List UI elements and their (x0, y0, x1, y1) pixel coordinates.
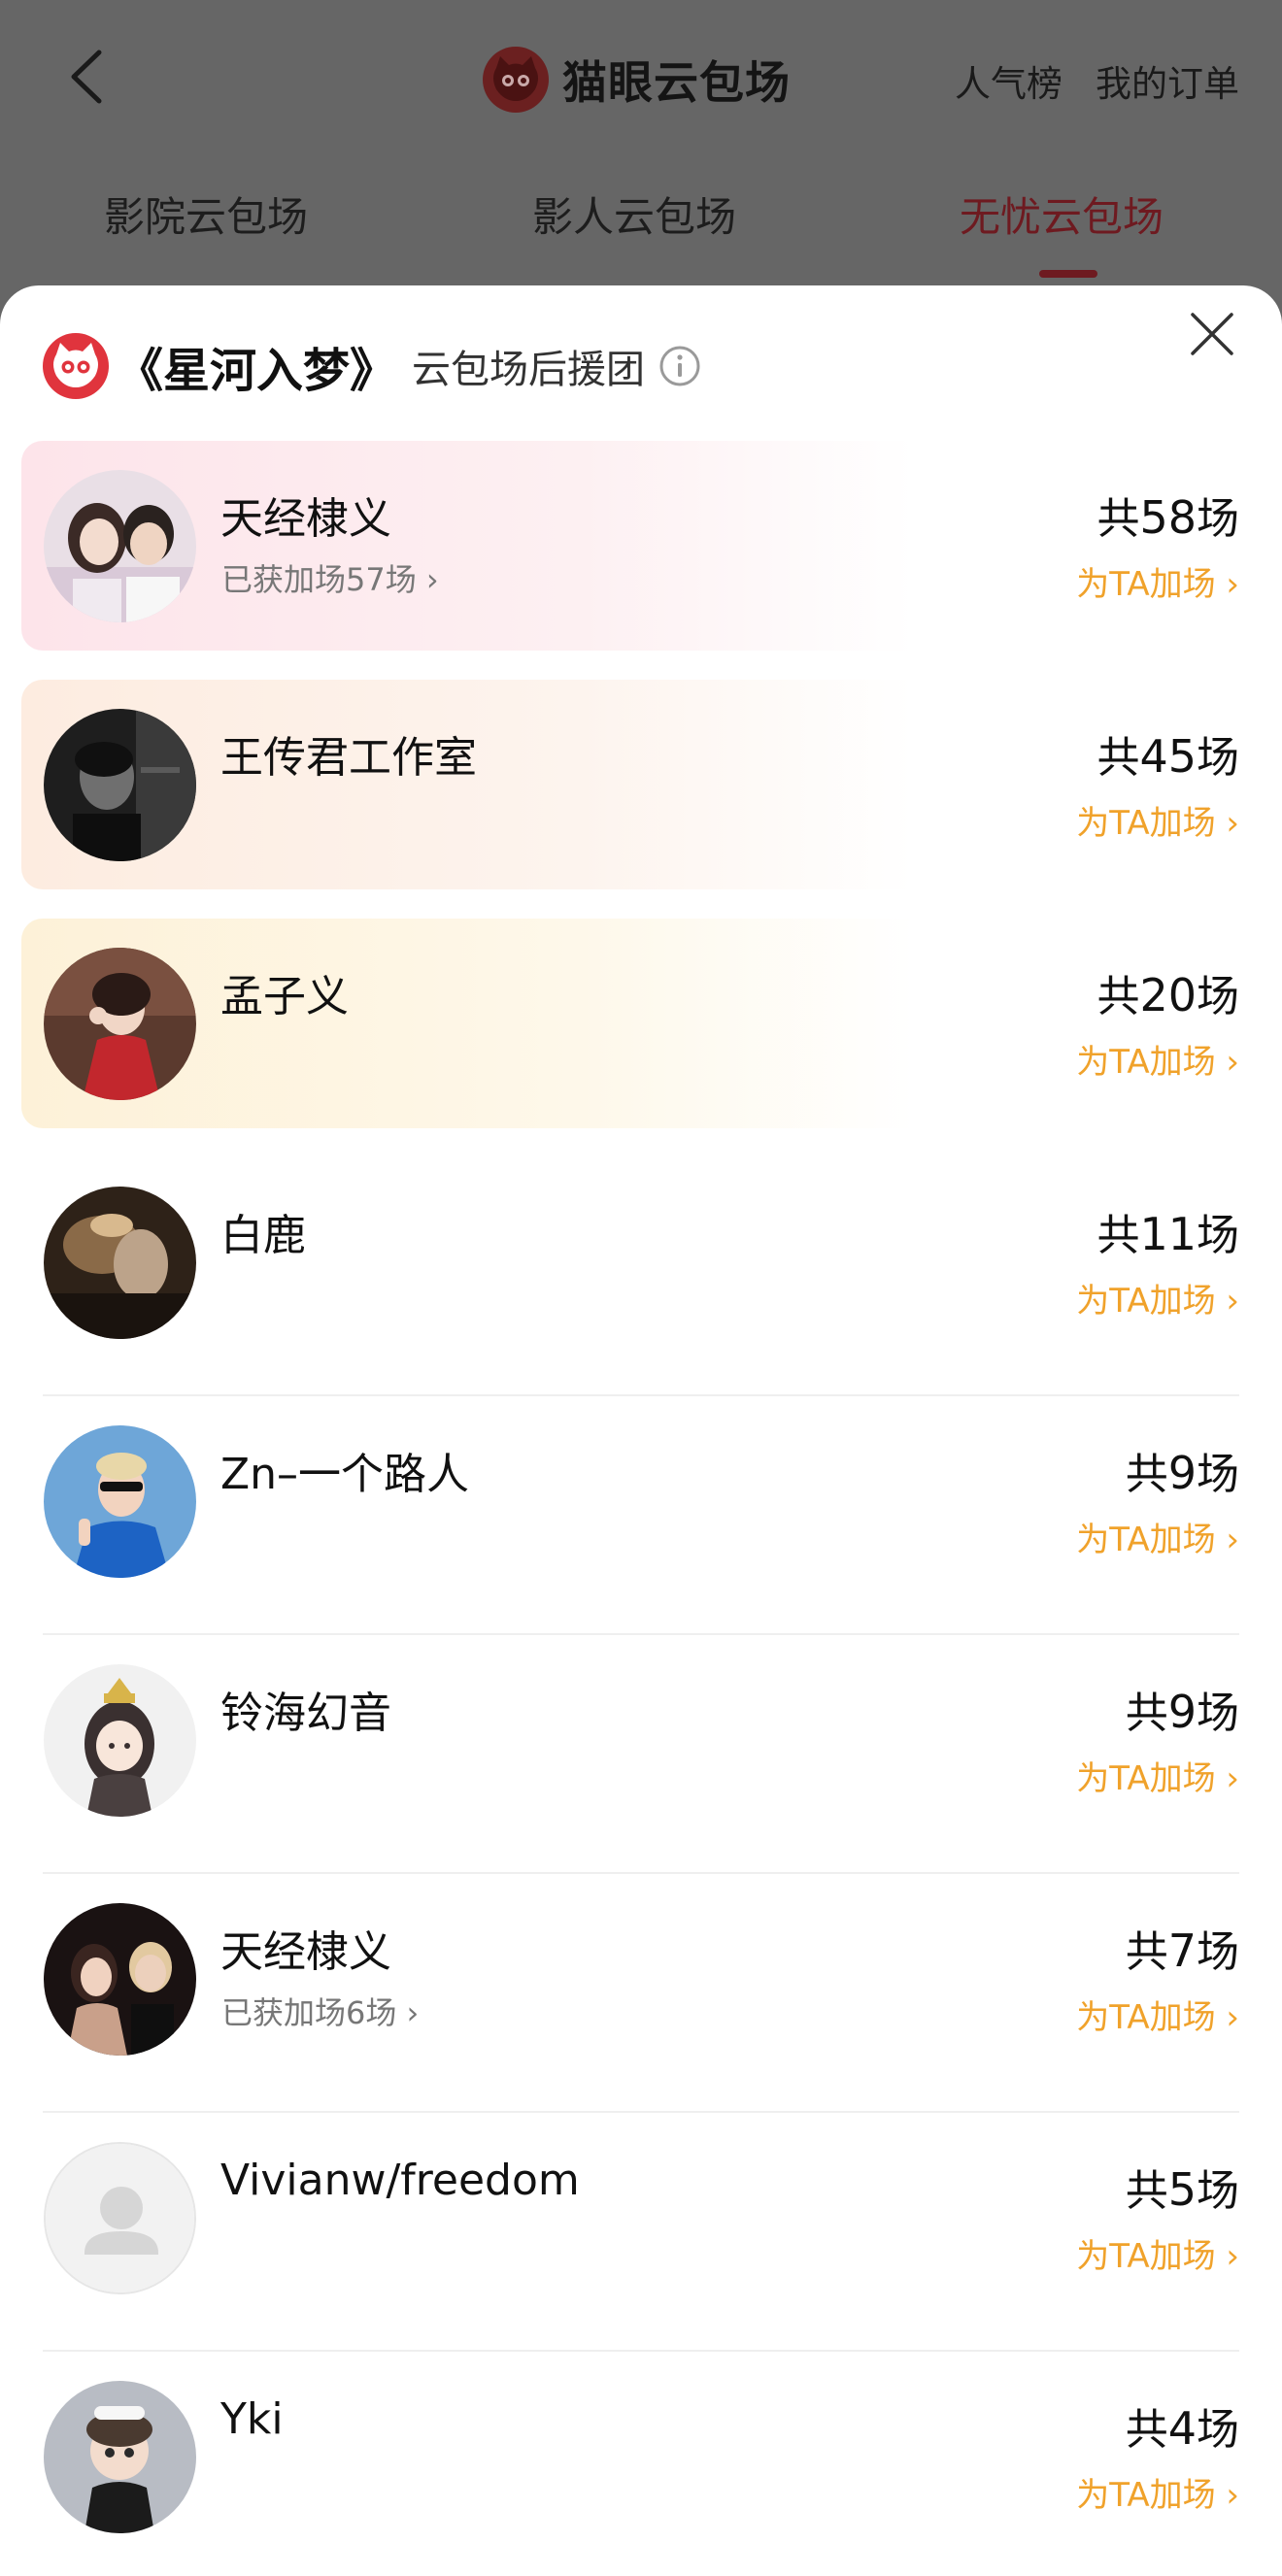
active-tab-indicator (1039, 270, 1097, 278)
count-number: 45 (1139, 730, 1197, 783)
extra-screenings-link[interactable]: 已获加场57场 › (221, 555, 439, 600)
count-prefix: 共 (1096, 1211, 1140, 1260)
avatar (44, 1664, 196, 1817)
count-suffix: 场 (1197, 494, 1239, 544)
count-number: 4 (1167, 2402, 1197, 2455)
avatar (44, 709, 196, 861)
screening-count: 共5场 (1126, 2156, 1239, 2218)
screening-count: 共9场 (1126, 1439, 1239, 1501)
supporter-name: 天经棣义 (220, 1927, 391, 1977)
add-screening-button[interactable]: 为TA加场 › (1076, 796, 1239, 844)
count-prefix: 共 (1125, 1927, 1168, 1977)
avatar (44, 470, 196, 622)
add-screening-button[interactable]: 为TA加场 › (1076, 2468, 1239, 2516)
tab-worry-free[interactable]: 无忧云包场 (960, 184, 1164, 244)
count-prefix: 共 (1125, 1450, 1168, 1499)
supporter-name: 天经棣义 (220, 494, 391, 544)
brand: 猫眼云包场 (483, 43, 791, 117)
maoyan-cat-logo-icon (483, 47, 549, 113)
count-number: 11 (1139, 1208, 1197, 1260)
supporter-name: 白鹿 (220, 1211, 306, 1260)
popularity-ranking-link[interactable]: 人气榜 (955, 54, 1063, 107)
avatar (44, 1187, 196, 1339)
count-number: 9 (1167, 1447, 1197, 1499)
count-suffix: 场 (1197, 2405, 1239, 2455)
count-suffix: 场 (1197, 1927, 1239, 1977)
tab-bar: 影院云包场 影人云包场 无忧云包场 (0, 184, 1282, 291)
maoyan-cat-logo-icon (43, 333, 109, 399)
supporter-name: 铃海幻音 (220, 1689, 391, 1738)
avatar (44, 2142, 196, 2294)
count-suffix: 场 (1197, 1450, 1239, 1499)
supporter-name: 孟子义 (220, 972, 349, 1021)
info-icon[interactable] (658, 345, 701, 387)
screening-count: 共9场 (1126, 1678, 1239, 1740)
list-item[interactable]: Zn–一个路人 共9场 为TA加场 › (0, 1396, 1282, 1635)
add-screening-button[interactable]: 为TA加场 › (1076, 557, 1239, 605)
page-title: 猫眼云包场 (562, 56, 791, 109)
add-screening-button[interactable]: 为TA加场 › (1076, 1752, 1239, 1799)
count-number: 58 (1139, 491, 1197, 544)
count-suffix: 场 (1197, 2166, 1239, 2216)
list-item[interactable]: 孟子义 共20场 为TA加场 › (0, 919, 1282, 1157)
count-prefix: 共 (1096, 494, 1140, 544)
count-suffix: 场 (1197, 972, 1239, 1021)
supporter-name: Vivianw/freedom (220, 2156, 580, 2205)
supporter-name: Zn–一个路人 (220, 1450, 470, 1499)
tab-celebrity[interactable]: 影人云包场 (532, 184, 736, 244)
supporter-list: 天经棣义 已获加场57场 › 共58场 为TA加场 › 王传君工作室 共45场 … (0, 441, 1282, 2576)
count-prefix: 共 (1125, 2166, 1168, 2216)
supporter-name: 王传君工作室 (220, 733, 477, 783)
add-screening-button[interactable]: 为TA加场 › (1076, 1513, 1239, 1560)
screening-count: 共45场 (1096, 722, 1239, 785)
count-prefix: 共 (1125, 1689, 1168, 1738)
sheet-subtitle: 云包场后援团 (412, 348, 646, 392)
avatar (44, 1903, 196, 2056)
avatar (44, 948, 196, 1100)
add-screening-button[interactable]: 为TA加场 › (1076, 2229, 1239, 2277)
top-rank-background (21, 680, 1261, 889)
count-prefix: 共 (1096, 733, 1140, 783)
list-item[interactable]: 天经棣义 已获加场57场 › 共58场 为TA加场 › (0, 441, 1282, 680)
extra-screenings-link[interactable]: 已获加场6场 › (221, 1989, 419, 2033)
add-screening-button[interactable]: 为TA加场 › (1076, 1991, 1239, 2038)
list-item[interactable]: Yki 共4场 为TA加场 › (0, 2352, 1282, 2576)
screening-count: 共11场 (1096, 1200, 1239, 1262)
my-orders-link[interactable]: 我的订单 (1096, 54, 1239, 107)
movie-title: 《星河入梦》 (117, 344, 397, 398)
tab-cinema[interactable]: 影院云包场 (104, 184, 308, 244)
count-number: 20 (1139, 969, 1197, 1021)
close-icon[interactable] (1185, 307, 1239, 361)
list-item[interactable]: 铃海幻音 共9场 为TA加场 › (0, 1635, 1282, 1874)
top-rank-background (21, 919, 1261, 1128)
supporter-name: Yki (220, 2394, 284, 2444)
count-suffix: 场 (1197, 1211, 1239, 1260)
avatar (44, 2381, 196, 2533)
avatar (44, 1425, 196, 1578)
count-number: 9 (1167, 1686, 1197, 1738)
screening-count: 共58场 (1096, 484, 1239, 546)
count-prefix: 共 (1125, 2405, 1168, 2455)
count-suffix: 场 (1197, 733, 1239, 783)
list-item[interactable]: 天经棣义 已获加场6场 › 共7场 为TA加场 › (0, 1874, 1282, 2113)
list-item[interactable]: Vivianw/freedom 共5场 为TA加场 › (0, 2113, 1282, 2352)
count-suffix: 场 (1197, 1689, 1239, 1738)
sheet-header: 《星河入梦》 云包场后援团 (43, 332, 701, 400)
count-number: 7 (1167, 1924, 1197, 1977)
count-number: 5 (1167, 2163, 1197, 2216)
screening-count: 共4场 (1126, 2394, 1239, 2457)
top-navigation-bar: 猫眼云包场 人气榜 我的订单 (0, 0, 1282, 155)
add-screening-button[interactable]: 为TA加场 › (1076, 1274, 1239, 1321)
screening-count: 共20场 (1096, 961, 1239, 1023)
count-prefix: 共 (1096, 972, 1140, 1021)
screening-count: 共7场 (1126, 1917, 1239, 1979)
list-item[interactable]: 王传君工作室 共45场 为TA加场 › (0, 680, 1282, 919)
support-group-sheet: 《星河入梦》 云包场后援团 天经棣义 已获加场57场 › 共58场 为TA加场 … (0, 285, 1282, 2576)
back-arrow-icon[interactable] (62, 47, 111, 107)
top-rank-background (21, 441, 1261, 651)
add-screening-button[interactable]: 为TA加场 › (1076, 1035, 1239, 1083)
list-item[interactable]: 白鹿 共11场 为TA加场 › (0, 1157, 1282, 1396)
